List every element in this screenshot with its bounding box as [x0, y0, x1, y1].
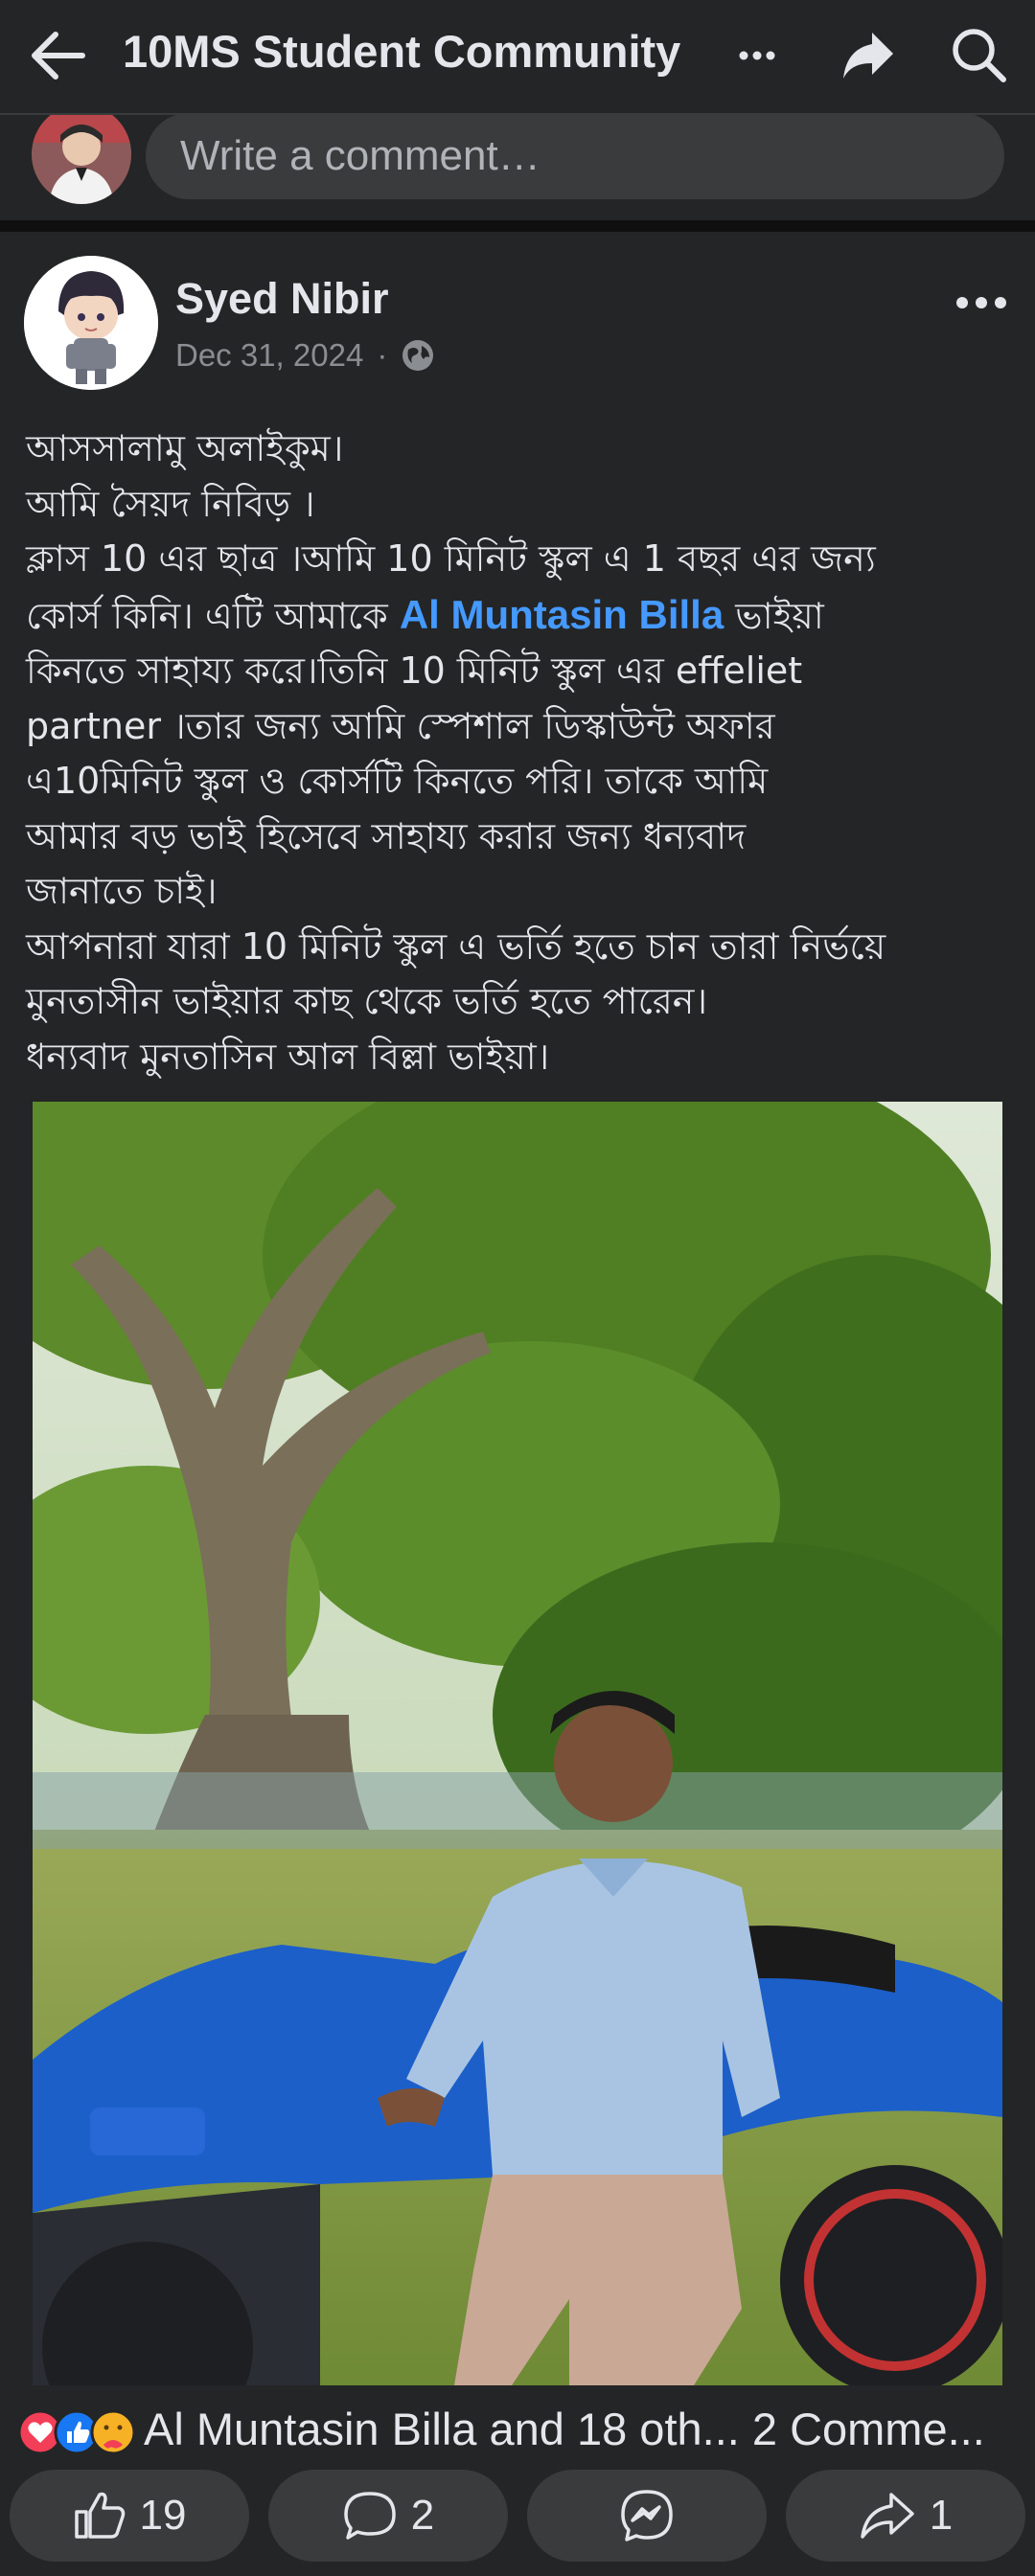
author-name[interactable]: Syed Nibir: [175, 274, 389, 324]
post-line: এ10মিনিট স্কুল ও কোর্সটি কিনতে পরি। তাকে…: [26, 760, 769, 802]
current-user-avatar[interactable]: [32, 104, 131, 204]
thumbs-up-icon: [74, 2492, 125, 2539]
comment-count: 2: [410, 2492, 435, 2539]
comment-composer: [0, 104, 1035, 220]
post-line: জানাতে চাই।: [26, 870, 218, 912]
mention-link[interactable]: Al Muntasin Billa: [400, 592, 724, 637]
post-line: আপনারা যারা 10 মিনিট স্কুল এ ভর্তি হতে চ…: [26, 924, 886, 968]
post-line: আমার বড় ভাই হিসেবে সাহায্য করার জন্য ধন…: [26, 814, 747, 857]
post-line-part: ভাইয়া: [724, 594, 824, 637]
share-button[interactable]: 1: [786, 2470, 1025, 2562]
post-line: কিনতে সাহায্য করে।তিনি 10 মিনিট স্কুল এর…: [26, 650, 803, 692]
reaction-summary[interactable]: Al Muntasin Billa and 18 oth... 2 Comme.…: [0, 2393, 1035, 2470]
share-count: 1: [929, 2492, 954, 2539]
author-avatar[interactable]: [24, 256, 158, 390]
ellipsis-icon[interactable]: [736, 36, 778, 75]
share-icon: [861, 2493, 914, 2539]
post-line: partner ।তার জন্য আমি স্পেশাল ডিস্কাউন্ট…: [26, 704, 775, 747]
group-title[interactable]: 10MS Student Community: [123, 25, 680, 78]
arrow-left-icon[interactable]: [27, 27, 88, 84]
post-line: ক্লাস 10 এর ছাত্র ।আমি 10 মিনিট স্কুল এ …: [26, 537, 876, 580]
section-divider: [0, 220, 1035, 232]
post-body: আসসালামু অলাইকুম। আমি সৈয়দ নিবিড় । ক্ল…: [26, 422, 1023, 1084]
globe-icon: [402, 340, 434, 371]
post-options-icon[interactable]: [954, 293, 1008, 312]
post-card: Syed Nibir Dec 31, 2024 · আসসালামু অলাইক…: [0, 232, 1035, 2576]
post-line: আমি সৈয়দ নিবিড় ।: [26, 482, 315, 525]
reaction-icons: [17, 2409, 136, 2455]
post-line: মুনতাসীন ভাইয়ার কাছ থেকে ভর্তি হতে পারে…: [26, 980, 708, 1022]
post-actions: 19 2 1: [0, 2470, 1035, 2573]
post-photo[interactable]: [33, 1102, 1002, 2385]
post-meta: Dec 31, 2024 ·: [175, 337, 435, 374]
reactions-summary-text[interactable]: Al Muntasin Billa and 18 oth... 2 Comme.…: [144, 2403, 985, 2455]
search-icon[interactable]: [949, 25, 1008, 84]
share-arrow-icon[interactable]: [840, 27, 897, 84]
post-line: আসসালামু অলাইকুম।: [26, 427, 344, 469]
post-date[interactable]: Dec 31, 2024: [175, 337, 363, 374]
comment-input[interactable]: [146, 113, 1004, 199]
messenger-icon: [621, 2490, 673, 2542]
post-line-part: কোর্স কিনি। এটি আমাকে: [26, 594, 400, 637]
like-count: 19: [139, 2492, 187, 2539]
care-reaction-icon: [90, 2409, 136, 2455]
top-app-bar: 10MS Student Community: [0, 0, 1035, 115]
messenger-button[interactable]: [527, 2470, 767, 2562]
post-line: কোর্স কিনি। এটি আমাকে Al Muntasin Billa …: [26, 587, 1023, 645]
comment-button[interactable]: 2: [268, 2470, 508, 2562]
post-line: ধন্যবাদ মুনতাসিন আল বিল্লা ভাইয়া।: [26, 1035, 550, 1078]
comment-bubble-icon: [344, 2492, 396, 2540]
like-button[interactable]: 19: [10, 2470, 249, 2562]
meta-separator: ·: [377, 337, 388, 373]
